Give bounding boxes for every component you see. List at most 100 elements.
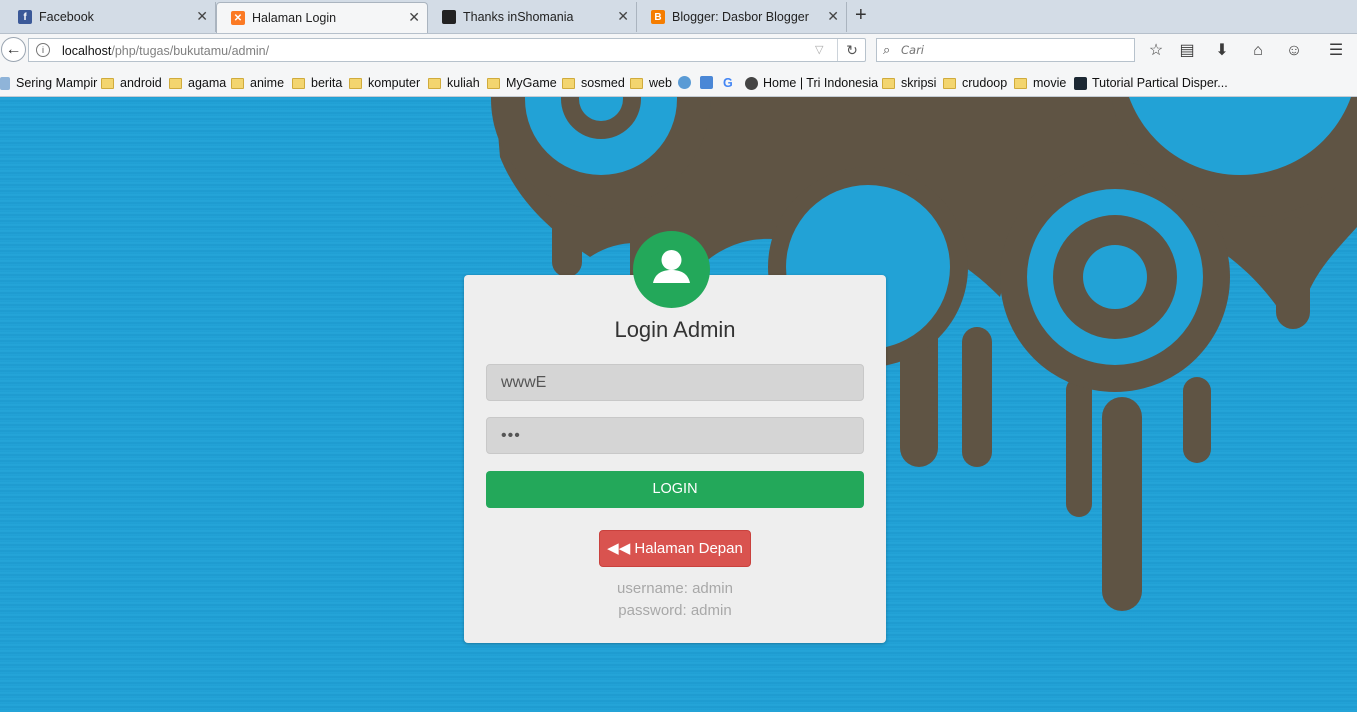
tab-title: Blogger: Dasbor Blogger xyxy=(672,10,809,24)
url-bar[interactable]: i localhost/php/tugas/bukutamu/admin/ ▽ … xyxy=(28,38,866,62)
folder-icon xyxy=(562,77,575,89)
search-input[interactable] xyxy=(901,41,1121,59)
page-icon xyxy=(1074,76,1087,90)
tab-title: Halaman Login xyxy=(252,11,337,25)
folder-icon xyxy=(1014,77,1027,89)
bookmark-crudoop[interactable]: crudoop xyxy=(943,76,1007,90)
tab-title: Thanks inShomania xyxy=(463,10,574,24)
close-tab-icon[interactable]: ✕ xyxy=(196,9,208,23)
folder-icon xyxy=(630,77,643,89)
folder-icon xyxy=(101,77,114,89)
bookmark-label: Home | Tri Indonesia xyxy=(763,76,879,90)
password-hint: password: admin xyxy=(618,602,732,619)
bookmark-label: MyGame xyxy=(506,76,557,90)
menu-icon[interactable]: ☰ xyxy=(1326,41,1346,61)
tab-thanks-inshomania[interactable]: Thanks inShomania ✕ xyxy=(428,2,637,32)
search-box[interactable]: ⌕ xyxy=(876,38,1135,62)
bookmark-skripsi[interactable]: skripsi xyxy=(882,76,936,90)
bookmarks-toolbar: Sering Mampir android agama anime berita… xyxy=(0,67,1357,97)
reload-icon[interactable]: ↻ xyxy=(837,39,866,61)
folder-icon xyxy=(169,77,182,89)
login-button[interactable]: LOGIN xyxy=(486,471,864,508)
folder-icon xyxy=(943,77,956,89)
close-tab-icon[interactable]: ✕ xyxy=(827,9,839,23)
bookmark-label: komputer xyxy=(368,76,421,90)
close-tab-icon[interactable]: ✕ xyxy=(408,10,420,24)
bookmark-label: android xyxy=(120,76,162,90)
xampp-icon: ✕ xyxy=(231,11,245,25)
facebook-icon: f xyxy=(18,10,32,24)
folder-icon xyxy=(487,77,500,89)
thumbnail-icon xyxy=(442,10,456,24)
tab-facebook[interactable]: f Facebook ✕ xyxy=(4,2,216,32)
bookmark-label: berita xyxy=(311,76,343,90)
search-icon: ⌕ xyxy=(883,42,891,57)
bookmark-label: Tutorial Partical Disper... xyxy=(1092,76,1228,90)
login-title: Login Admin xyxy=(614,317,736,342)
download-icon[interactable]: ⬇ xyxy=(1212,41,1232,61)
halaman-depan-button[interactable]: ◀◀ Halaman Depan xyxy=(599,530,751,567)
back-button[interactable]: ← xyxy=(1,37,26,62)
bookmark-sosmed[interactable]: sosmed xyxy=(562,76,625,90)
bookmark-anime[interactable]: anime xyxy=(231,76,284,90)
bookmark-label: crudoop xyxy=(962,76,1008,90)
bookmark-label: anime xyxy=(250,76,285,90)
translate-icon[interactable] xyxy=(700,76,718,89)
navigation-toolbar: ← i localhost/php/tugas/bukutamu/admin/ … xyxy=(0,34,1357,67)
url-text[interactable]: localhost/php/tugas/bukutamu/admin/ xyxy=(62,44,269,58)
tab-blogger[interactable]: B Blogger: Dasbor Blogger ✕ xyxy=(637,2,847,32)
halaman-depan-label: Halaman Depan xyxy=(634,540,743,557)
bookmark-mygame[interactable]: MyGame xyxy=(487,76,557,90)
reading-list-icon[interactable]: ▤ xyxy=(1177,41,1197,61)
star-icon[interactable]: ☆ xyxy=(1146,41,1166,61)
bookmark-label: kuliah xyxy=(447,76,480,90)
folder-icon xyxy=(882,77,895,89)
folder-icon xyxy=(292,77,305,89)
bookmark-label: web xyxy=(649,76,672,90)
user-icon xyxy=(653,250,690,283)
blogger-icon: B xyxy=(651,10,665,24)
home-icon[interactable]: ⌂ xyxy=(1248,41,1268,61)
avatar xyxy=(633,231,710,308)
bookmark-android[interactable]: android xyxy=(101,76,162,90)
url-path: /php/tugas/bukutamu/admin/ xyxy=(111,44,270,58)
info-icon[interactable]: i xyxy=(36,43,50,57)
page-background: Login Admin LOGIN ◀◀ Halaman Depan usern… xyxy=(0,97,1357,712)
folder-icon xyxy=(428,77,441,89)
folder-icon xyxy=(231,77,244,89)
hello-icon[interactable]: ☺ xyxy=(1284,41,1304,61)
bookmark-label: movie xyxy=(1033,76,1067,90)
globe-shape xyxy=(678,76,691,89)
fast-backward-icon: ◀◀ xyxy=(607,540,631,557)
close-tab-icon[interactable]: ✕ xyxy=(617,9,629,23)
new-tab-icon[interactable]: + xyxy=(855,5,867,25)
password-field[interactable] xyxy=(486,417,864,454)
tri-icon xyxy=(745,76,758,90)
bookmark-tutorial[interactable]: Tutorial Partical Disper... xyxy=(1074,76,1228,90)
tab-strip: f Facebook ✕ ✕ Halaman Login ✕ Thanks in… xyxy=(0,0,1357,34)
bookmark-label: sosmed xyxy=(581,76,625,90)
username-field[interactable] xyxy=(486,364,864,401)
url-host: localhost xyxy=(62,44,112,58)
bookmark-label: Sering Mampir xyxy=(16,76,98,90)
bookmark-label: skripsi xyxy=(901,76,937,90)
bookmark-berita[interactable]: berita xyxy=(292,76,342,90)
bookmark-kuliah[interactable]: kuliah xyxy=(428,76,480,90)
bookmark-label: agama xyxy=(188,76,227,90)
bookmark-komputer[interactable]: komputer xyxy=(349,76,420,90)
globe-icon[interactable] xyxy=(678,76,696,89)
folder-icon xyxy=(349,77,362,89)
translate-shape xyxy=(700,76,713,89)
bookmark-tri-indonesia[interactable]: Home | Tri Indonesia xyxy=(745,76,878,90)
login-card: Login Admin LOGIN ◀◀ Halaman Depan usern… xyxy=(464,275,886,643)
arrow-left-icon: ← xyxy=(5,40,22,58)
google-icon[interactable]: G xyxy=(723,76,733,90)
bookmark-web[interactable]: web xyxy=(630,76,672,90)
bookmark-movie[interactable]: movie xyxy=(1014,76,1066,90)
bookmark-sering-mampir[interactable]: Sering Mampir xyxy=(0,76,97,90)
dropdown-icon[interactable]: ▽ xyxy=(815,43,823,56)
username-hint: username: admin xyxy=(617,580,733,597)
tab-halaman-login[interactable]: ✕ Halaman Login ✕ xyxy=(216,2,428,33)
bookmark-icon xyxy=(0,76,10,90)
bookmark-agama[interactable]: agama xyxy=(169,76,226,90)
